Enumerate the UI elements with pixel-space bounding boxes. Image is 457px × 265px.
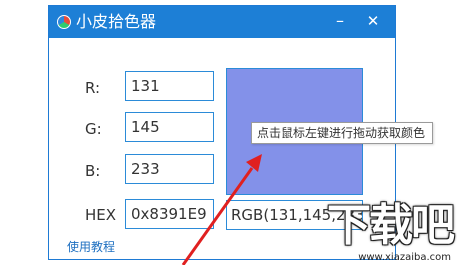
close-button[interactable]: ✕ bbox=[359, 6, 387, 38]
b-value-field[interactable]: 233 bbox=[125, 154, 214, 184]
watermark: 下载吧 www.xiazaiba.com bbox=[318, 200, 457, 265]
r-label: R: bbox=[85, 79, 101, 97]
g-value-field[interactable]: 145 bbox=[125, 112, 214, 142]
title-bar[interactable]: 小皮拾色器 – ✕ bbox=[49, 6, 395, 38]
hex-label: HEX bbox=[85, 206, 117, 224]
watermark-logo: 下载吧 bbox=[327, 200, 455, 251]
color-wheel-icon bbox=[57, 15, 71, 29]
minimize-button[interactable]: – bbox=[326, 6, 354, 38]
watermark-url: www.xiazaiba.com bbox=[358, 252, 451, 263]
screenshot-stage: 小皮拾色器 – ✕ R: 131 G: 145 B: 233 HEX 0x839… bbox=[0, 0, 457, 265]
g-label: G: bbox=[85, 120, 102, 138]
drag-hint-tooltip: 点击鼠标左键进行拖动获取颜色 bbox=[251, 122, 433, 144]
window-title: 小皮拾色器 bbox=[76, 12, 157, 31]
r-value-field[interactable]: 131 bbox=[125, 71, 214, 101]
help-link[interactable]: 使用教程 bbox=[67, 240, 115, 254]
hex-value-field[interactable]: 0x8391E9 bbox=[125, 199, 214, 229]
b-label: B: bbox=[85, 162, 101, 180]
